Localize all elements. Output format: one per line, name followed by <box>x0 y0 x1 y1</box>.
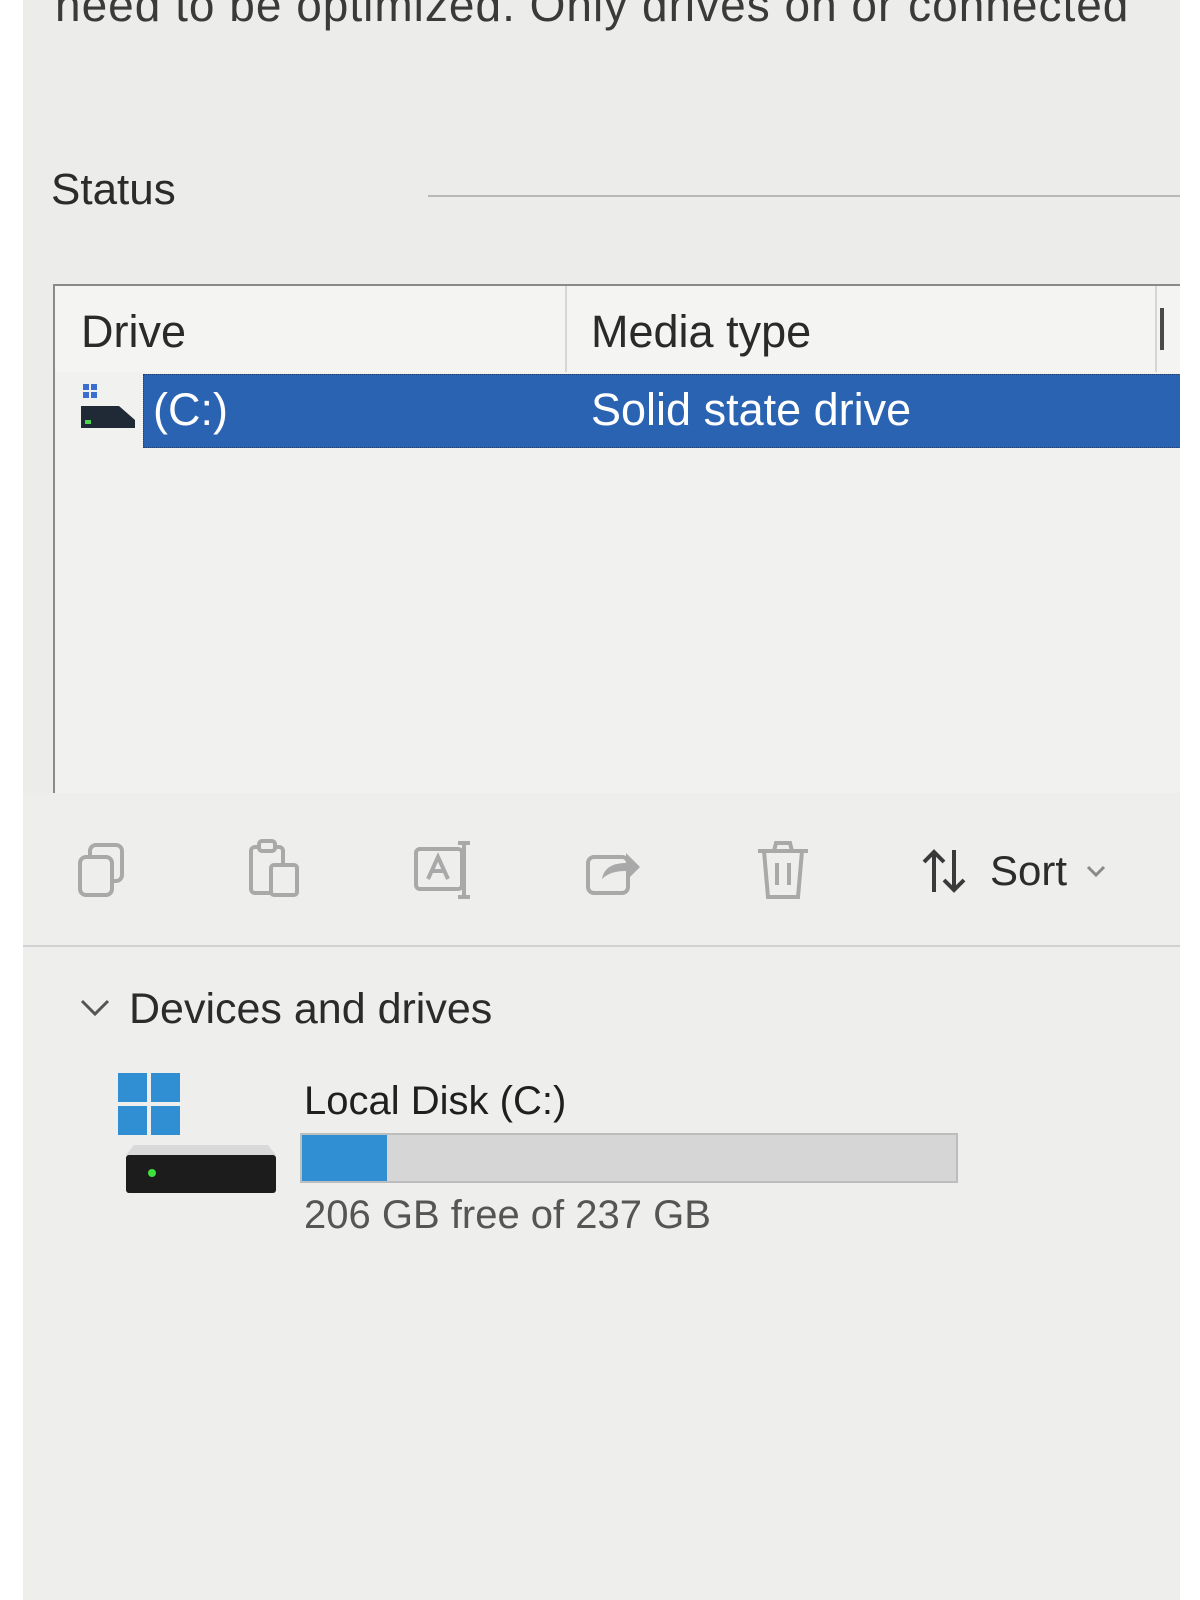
drive-name-cell: (C:) <box>153 384 228 435</box>
status-label-text: Status <box>51 165 176 214</box>
copy-icon[interactable] <box>68 835 138 905</box>
column-separator[interactable] <box>1155 286 1157 372</box>
file-explorer-panel: Sort Devices and drives Local Disk (C:) … <box>23 793 1180 1600</box>
rename-icon[interactable] <box>408 835 478 905</box>
column-header-drive[interactable]: Drive <box>81 306 186 358</box>
description-text: need to be optimized. Only drives on or … <box>55 0 1130 31</box>
storage-usage-bar <box>300 1133 958 1183</box>
drive-free-space: 206 GB free of 237 GB <box>304 1193 711 1237</box>
column-header-next[interactable] <box>1160 308 1164 350</box>
drive-tile-local-disk-c[interactable]: Local Disk (C:) 206 GB free of 237 GB <box>118 1073 958 1253</box>
windows-logo-icon <box>118 1073 180 1135</box>
section-header-devices-and-drives[interactable]: Devices and drives <box>129 985 492 1034</box>
column-separator[interactable] <box>565 286 567 372</box>
hard-drive-icon <box>126 1145 276 1193</box>
column-header-media-type[interactable]: Media type <box>591 306 811 358</box>
sort-button[interactable]: Sort <box>918 841 1107 901</box>
chevron-down-icon <box>1086 865 1106 878</box>
toolbar-divider <box>23 945 1180 947</box>
share-icon[interactable] <box>578 835 648 905</box>
paste-icon[interactable] <box>239 835 309 905</box>
optimize-drives-panel: need to be optimized. Only drives on or … <box>23 0 1180 793</box>
storage-usage-fill <box>302 1135 388 1181</box>
drive-name: Local Disk (C:) <box>304 1079 567 1123</box>
media-type-cell: Solid state drive <box>591 384 912 435</box>
status-divider <box>428 195 1180 197</box>
sort-arrows-icon <box>922 849 966 893</box>
chevron-down-icon[interactable] <box>78 997 112 1019</box>
drives-list[interactable]: Drive Media type (C:) Solid state drive <box>53 284 1180 793</box>
status-label: Status <box>51 165 176 215</box>
command-bar: Sort <box>23 793 1180 953</box>
list-header: Drive Media type <box>55 286 1180 372</box>
sort-label: Sort <box>990 847 1068 894</box>
delete-icon[interactable] <box>748 835 818 905</box>
drive-icon <box>81 384 135 428</box>
